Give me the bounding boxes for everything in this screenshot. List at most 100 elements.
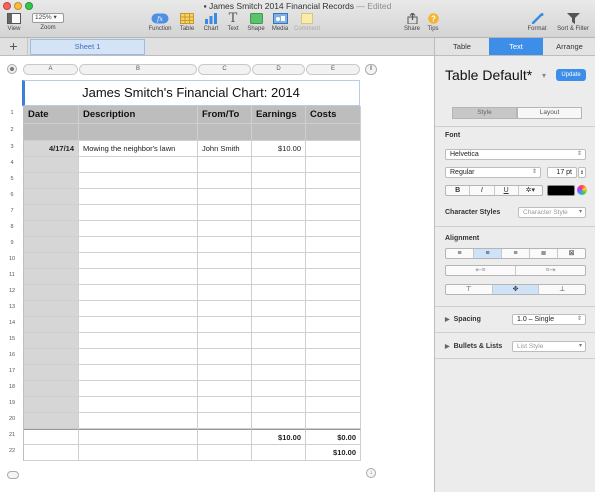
tips-button[interactable]: ? Tips bbox=[424, 13, 442, 32]
text-button[interactable]: T Text bbox=[222, 12, 244, 32]
list-style-select[interactable]: List Style ▾ bbox=[512, 341, 586, 352]
row-number[interactable]: 4 bbox=[5, 160, 19, 166]
table-cell[interactable] bbox=[79, 349, 198, 365]
header-cell-description[interactable]: Description bbox=[79, 106, 198, 124]
table-cell[interactable] bbox=[306, 221, 361, 237]
table-cell[interactable] bbox=[252, 221, 306, 237]
shape-button[interactable]: Shape bbox=[245, 13, 267, 32]
row-number[interactable]: 1 bbox=[5, 110, 19, 116]
share-button[interactable]: Share bbox=[401, 13, 423, 32]
table-cell[interactable] bbox=[23, 221, 79, 237]
row-number[interactable]: 5 bbox=[5, 176, 19, 182]
header-cell-from-to[interactable]: From/To bbox=[198, 106, 252, 124]
table-cell[interactable] bbox=[252, 237, 306, 253]
table-cell[interactable] bbox=[198, 205, 252, 221]
column-header-c[interactable]: C bbox=[198, 64, 251, 75]
table-cell[interactable] bbox=[79, 253, 198, 269]
table-cell[interactable] bbox=[79, 205, 198, 221]
header-cell-empty[interactable] bbox=[306, 124, 361, 141]
table-cell[interactable] bbox=[79, 381, 198, 397]
column-header-a[interactable]: A bbox=[23, 64, 78, 75]
table-cell[interactable] bbox=[79, 269, 198, 285]
font-size-field[interactable]: 17 pt bbox=[547, 167, 577, 178]
table-cell[interactable] bbox=[252, 253, 306, 269]
header-cell-date[interactable]: Date bbox=[23, 106, 79, 124]
totals-cell-from-to[interactable] bbox=[198, 429, 252, 445]
table-cell[interactable] bbox=[252, 397, 306, 413]
table-cell[interactable] bbox=[23, 205, 79, 221]
data-cell-from-to[interactable]: John Smith bbox=[198, 141, 252, 157]
table-button[interactable]: Table bbox=[176, 13, 198, 32]
table-cell[interactable] bbox=[306, 381, 361, 397]
data-cell-description[interactable]: Mowing the neighbor's lawn bbox=[79, 141, 198, 157]
table-cell[interactable] bbox=[79, 221, 198, 237]
sort-filter-button[interactable]: Sort & Filter bbox=[553, 13, 593, 32]
row-number[interactable]: 6 bbox=[5, 192, 19, 198]
tab-arrange[interactable]: Arrange bbox=[543, 38, 595, 56]
row-number[interactable]: 13 bbox=[5, 304, 19, 310]
data-cell-earnings[interactable]: $10.00 bbox=[252, 141, 306, 157]
tab-sheet-1[interactable]: Sheet 1 bbox=[30, 39, 145, 55]
chevron-down-icon[interactable]: ▾ bbox=[542, 71, 546, 80]
align-auto-icon[interactable]: ⊠ bbox=[558, 249, 585, 258]
resize-table-handle[interactable]: ↓ bbox=[366, 468, 376, 478]
table-cell[interactable] bbox=[252, 333, 306, 349]
totals-cell-costs[interactable]: $0.00 bbox=[306, 429, 361, 445]
align-middle-icon[interactable]: ✥ bbox=[492, 285, 540, 294]
add-column-handle[interactable]: ‖ bbox=[365, 64, 377, 75]
bold-button[interactable]: B bbox=[446, 186, 471, 195]
table-cell[interactable] bbox=[79, 397, 198, 413]
table-cell[interactable] bbox=[23, 157, 79, 173]
table-cell[interactable] bbox=[198, 349, 252, 365]
table-cell[interactable] bbox=[23, 285, 79, 301]
align-justify-icon[interactable]: ≣ bbox=[530, 249, 558, 258]
zoom-control[interactable]: 125% ▾ Zoom bbox=[31, 13, 65, 31]
zoom-select[interactable]: 125% ▾ bbox=[32, 13, 64, 23]
text-color-well[interactable] bbox=[547, 185, 575, 196]
table-cell[interactable] bbox=[198, 221, 252, 237]
table-title[interactable]: James Smitch's Financial Chart: 2014 bbox=[22, 80, 360, 106]
media-button[interactable]: Media bbox=[268, 13, 292, 32]
table-cell[interactable] bbox=[198, 173, 252, 189]
table-cell[interactable] bbox=[306, 317, 361, 333]
table-cell[interactable] bbox=[198, 285, 252, 301]
table-cell[interactable] bbox=[306, 333, 361, 349]
increase-indent-icon[interactable]: ≡⇥ bbox=[516, 266, 585, 275]
balance-cell-description[interactable] bbox=[79, 445, 198, 461]
italic-button[interactable]: I bbox=[470, 186, 495, 195]
table-cell[interactable] bbox=[306, 397, 361, 413]
table-cell[interactable] bbox=[252, 157, 306, 173]
table-cell[interactable] bbox=[23, 381, 79, 397]
table-cell[interactable] bbox=[198, 317, 252, 333]
decrease-indent-icon[interactable]: ⇤≡ bbox=[446, 266, 516, 275]
bullets-lists-disclosure[interactable]: ▶ Bullets & Lists bbox=[445, 343, 502, 350]
table-cell[interactable] bbox=[306, 253, 361, 269]
font-size-stepper[interactable]: ⇕ bbox=[578, 167, 586, 178]
table-cell[interactable] bbox=[306, 413, 361, 429]
table-cell[interactable] bbox=[306, 365, 361, 381]
underline-button[interactable]: U bbox=[495, 186, 519, 195]
table-cell[interactable] bbox=[252, 365, 306, 381]
header-cell-costs[interactable]: Costs bbox=[306, 106, 361, 124]
data-cell-costs[interactable] bbox=[306, 141, 361, 157]
table-cell[interactable] bbox=[198, 237, 252, 253]
select-table-handle[interactable] bbox=[7, 64, 17, 74]
row-number[interactable]: 12 bbox=[5, 288, 19, 294]
row-number[interactable]: 2 bbox=[5, 127, 19, 133]
table-cell[interactable] bbox=[252, 413, 306, 429]
row-number[interactable]: 18 bbox=[5, 384, 19, 390]
table-cell[interactable] bbox=[252, 285, 306, 301]
data-cell-date[interactable]: 4/17/14 bbox=[23, 141, 79, 157]
tab-table[interactable]: Table bbox=[435, 38, 489, 56]
table-cell[interactable] bbox=[23, 237, 79, 253]
table-cell[interactable] bbox=[252, 269, 306, 285]
header-cell-empty[interactable] bbox=[198, 124, 252, 141]
row-number[interactable]: 21 bbox=[5, 432, 19, 438]
column-header-e[interactable]: E bbox=[306, 64, 360, 75]
tab-style[interactable]: Style bbox=[452, 107, 517, 119]
column-header-d[interactable]: D bbox=[252, 64, 305, 75]
table-cell[interactable] bbox=[23, 365, 79, 381]
row-number[interactable]: 15 bbox=[5, 336, 19, 342]
table-cell[interactable] bbox=[79, 285, 198, 301]
row-number[interactable]: 10 bbox=[5, 256, 19, 262]
